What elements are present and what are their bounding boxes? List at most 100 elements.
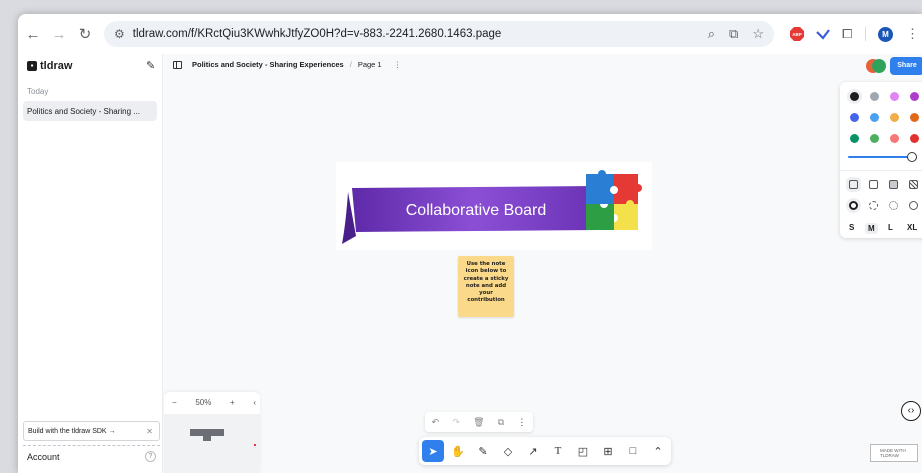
media-tool-icon[interactable]: ⊞	[597, 440, 619, 462]
sidebar: ▪ tldraw ✎ Today Politics and Society - …	[18, 54, 163, 473]
account-button[interactable]: Account	[27, 452, 60, 462]
install-app-icon[interactable]: ⧉	[729, 26, 738, 42]
size-l-button[interactable]: L	[888, 223, 893, 232]
minimap-shape	[203, 436, 211, 441]
puzzle-pieces-icon	[586, 170, 642, 230]
undo-icon[interactable]: ↶	[432, 417, 440, 428]
board-title[interactable]: Politics and Society - Sharing Experienc…	[192, 60, 344, 69]
close-icon[interactable]: ✕	[146, 427, 153, 436]
redo-icon[interactable]: ↷	[452, 417, 460, 428]
opacity-slider-track[interactable]	[848, 156, 910, 158]
eraser-tool-icon[interactable]: ◇	[497, 440, 519, 462]
select-tool-icon[interactable]: ➤	[422, 440, 444, 462]
more-tools-icon[interactable]: ⌃	[647, 440, 669, 462]
dash-solid-icon[interactable]	[909, 201, 918, 210]
profile-avatar[interactable]: M	[878, 21, 893, 47]
back-icon[interactable]: ←	[20, 21, 46, 47]
zoom-icon[interactable]: ⌕	[708, 26, 715, 42]
collaborator-avatars[interactable]	[866, 59, 886, 73]
minimap-shape	[190, 429, 224, 436]
page-name[interactable]: Page 1	[358, 60, 382, 69]
navigation-panel: − 50% + ‹	[164, 392, 260, 473]
collapse-minimap-button[interactable]: ‹	[253, 398, 256, 407]
color-swatch-green[interactable]	[850, 134, 859, 143]
avatar	[872, 59, 886, 73]
duplicate-icon[interactable]: ⧉	[498, 417, 504, 428]
page-menu-icon[interactable]: ⋮	[394, 60, 402, 69]
made-with-tldraw-badge[interactable]: MADE WITH TLDRAW	[870, 444, 918, 462]
minimap-marker	[254, 444, 256, 446]
zoom-in-button[interactable]: +	[230, 398, 235, 407]
draw-tool-icon[interactable]: ✎	[472, 440, 494, 462]
delete-icon[interactable]: 🗑	[473, 417, 484, 428]
code-embed-icon[interactable]: ‹›	[901, 401, 921, 421]
abp-extension-icon[interactable]: ABP	[790, 21, 804, 47]
color-swatch-black[interactable]	[850, 92, 859, 101]
share-button[interactable]: Share	[890, 57, 922, 75]
dash-draw-icon[interactable]	[849, 201, 858, 210]
zoom-out-button[interactable]: −	[172, 398, 177, 407]
divider	[840, 170, 922, 171]
dash-dashed-icon[interactable]	[869, 201, 878, 210]
minimap[interactable]	[164, 414, 260, 473]
size-xl-button[interactable]: XL	[907, 223, 917, 232]
page-header: Politics and Society - Sharing Experienc…	[173, 60, 401, 69]
color-swatch-blue[interactable]	[850, 113, 859, 122]
color-swatch-light-violet[interactable]	[890, 92, 899, 101]
banner-title: Collaborative Board	[406, 202, 547, 219]
size-s-button[interactable]: S	[849, 223, 854, 232]
fill-solid-icon[interactable]	[889, 180, 898, 189]
text-tool-icon[interactable]: T	[547, 440, 569, 462]
section-label: Today	[27, 87, 49, 96]
breadcrumb-separator: /	[349, 60, 352, 69]
color-swatch-yellow[interactable]	[890, 113, 899, 122]
zoom-level[interactable]: 50%	[195, 398, 211, 407]
rectangle-tool-icon[interactable]: □	[622, 440, 644, 462]
browser-menu-icon[interactable]: ⋮	[906, 21, 919, 47]
color-swatch-grey[interactable]	[870, 92, 879, 101]
tool-bar: ➤ ✋ ✎ ◇ ↗ T ◰ ⊞ □ ⌃	[419, 437, 671, 465]
tldraw-logo-icon: ▪	[27, 61, 37, 71]
reload-icon[interactable]: ↻	[72, 21, 98, 47]
action-bar: ↶ ↷ 🗑 ⧉ ⋮	[425, 412, 533, 432]
color-swatch-light-red[interactable]	[890, 134, 899, 143]
browser-toolbar: ← → ↻ ⚙ tldraw.com/f/KRctQiu3KWwhkJtfyZO…	[18, 14, 922, 54]
extensions-puzzle-icon[interactable]: ⧠	[842, 21, 852, 47]
sdk-banner[interactable]: Build with the tldraw SDK → ✕	[23, 421, 160, 441]
fill-pattern-icon[interactable]	[909, 180, 918, 189]
hand-tool-icon[interactable]: ✋	[447, 440, 469, 462]
brand-name: tldraw	[40, 60, 73, 72]
color-swatch-violet[interactable]	[910, 92, 919, 101]
note-tool-icon[interactable]: ◰	[572, 440, 594, 462]
fill-semi-icon[interactable]	[869, 180, 878, 189]
tldraw-app: ▪ tldraw ✎ Today Politics and Society - …	[18, 54, 922, 473]
sdk-banner-text: Build with the tldraw SDK →	[28, 428, 116, 435]
style-panel: S M L XL	[840, 82, 922, 238]
sidebar-toggle-icon[interactable]	[173, 60, 182, 69]
extension-icon[interactable]	[816, 21, 830, 47]
color-swatch-light-blue[interactable]	[870, 113, 879, 122]
bookmark-star-icon[interactable]: ☆	[752, 26, 764, 42]
brand-logo: ▪ tldraw	[27, 60, 72, 72]
address-bar[interactable]: ⚙ tldraw.com/f/KRctQiu3KWwhkJtfyZO0H?d=v…	[104, 21, 774, 47]
arrow-tool-icon[interactable]: ↗	[522, 440, 544, 462]
color-swatch-light-green[interactable]	[870, 134, 879, 143]
new-file-icon[interactable]: ✎	[146, 59, 155, 72]
dash-dotted-icon[interactable]	[889, 201, 898, 210]
sticky-note[interactable]: Use the note icon below to create a stic…	[458, 256, 514, 317]
color-swatch-orange[interactable]	[910, 113, 919, 122]
help-icon[interactable]: ?	[145, 451, 156, 462]
badge-line: TLDRAW	[880, 453, 899, 459]
color-swatch-red[interactable]	[910, 134, 919, 143]
opacity-slider-handle[interactable]	[907, 152, 917, 162]
site-settings-icon[interactable]: ⚙	[114, 27, 125, 41]
more-actions-icon[interactable]: ⋮	[517, 417, 526, 428]
collaborative-board-image[interactable]: Collaborative Board	[336, 162, 652, 250]
sidebar-file-item[interactable]: Politics and Society - Sharing ...	[23, 101, 157, 121]
url-text: tldraw.com/f/KRctQiu3KWwhkJtfyZO0H?d=v-8…	[132, 28, 502, 40]
size-m-button[interactable]: M	[865, 223, 878, 234]
browser-window: ← → ↻ ⚙ tldraw.com/f/KRctQiu3KWwhkJtfyZO…	[18, 14, 922, 473]
svg-text:ABP: ABP	[792, 32, 802, 37]
forward-icon[interactable]: →	[46, 21, 72, 47]
fill-none-icon[interactable]	[849, 180, 858, 189]
